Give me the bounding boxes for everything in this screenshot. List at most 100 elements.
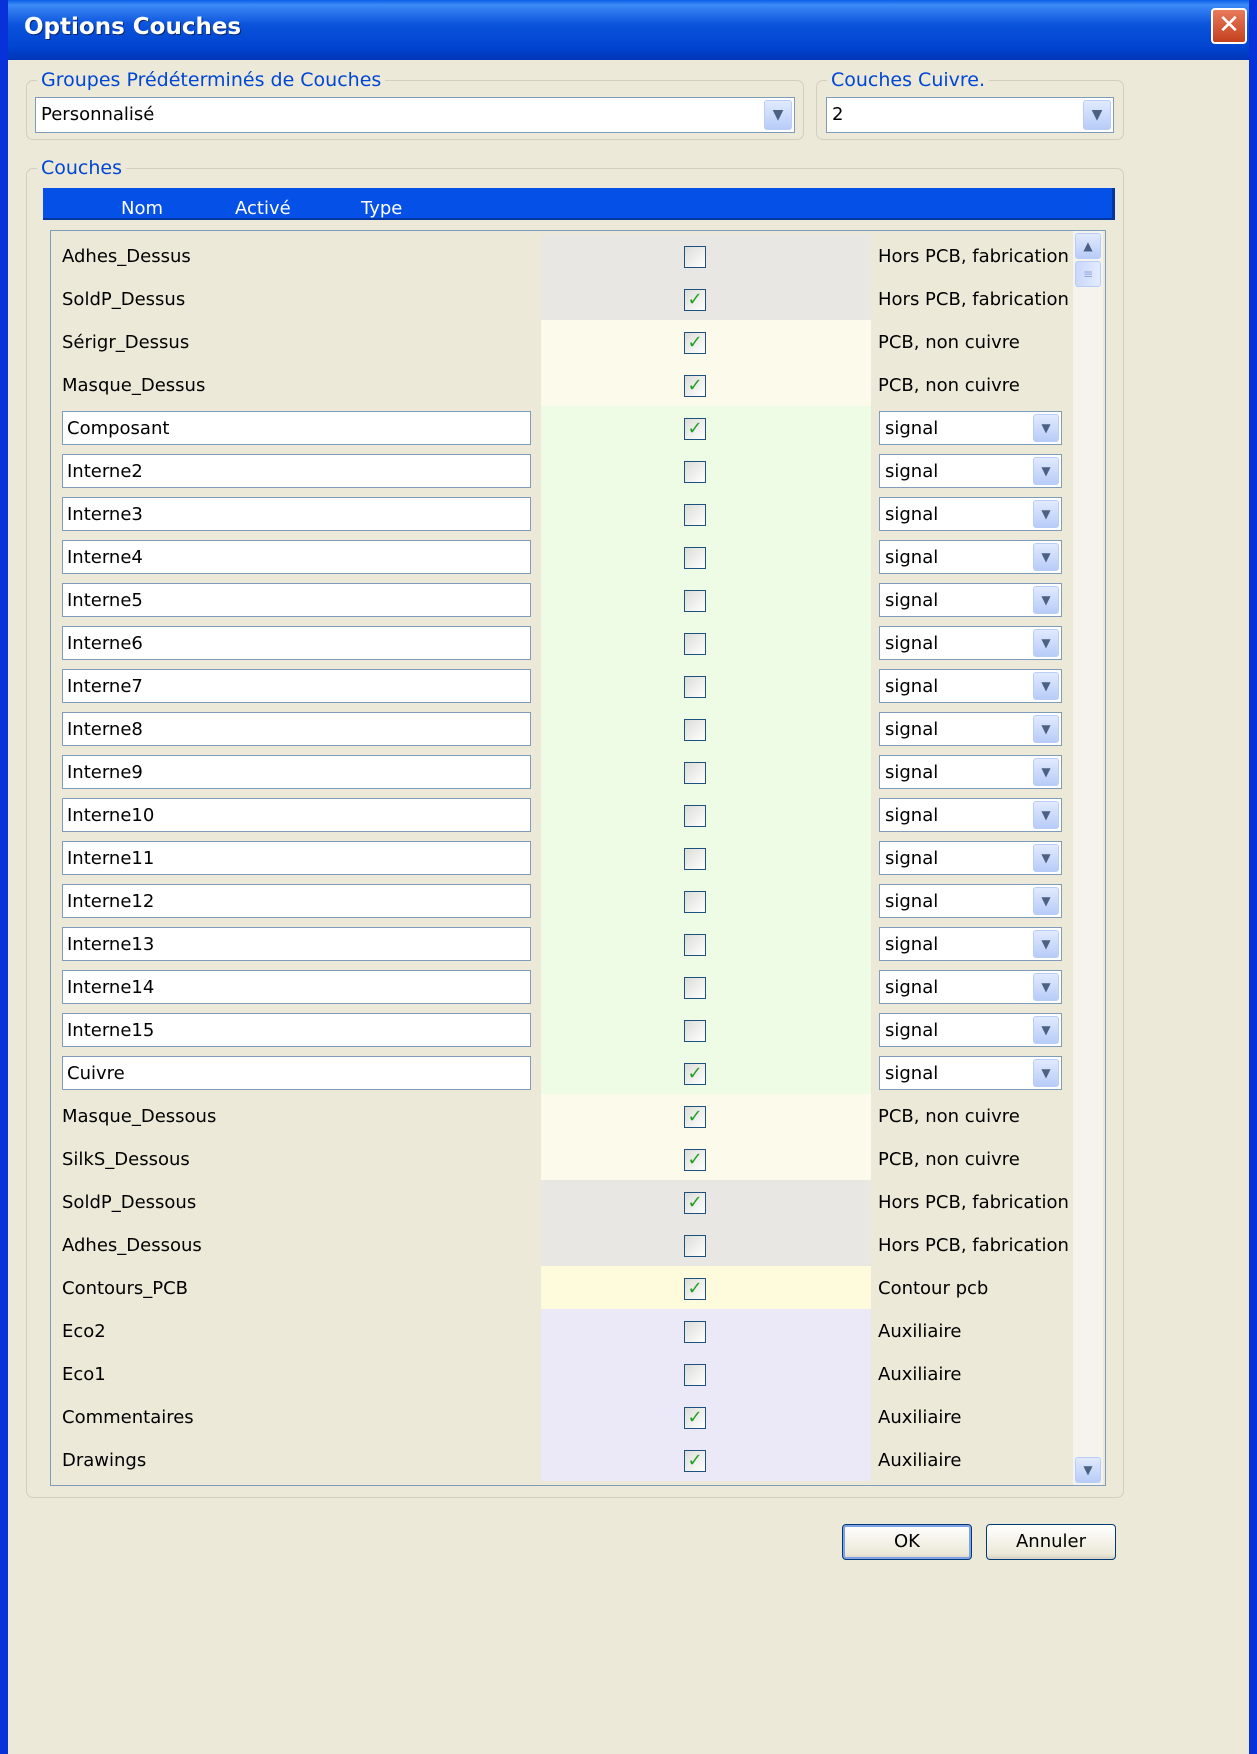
layer-enabled-checkbox[interactable] xyxy=(684,934,706,956)
layer-type-select[interactable]: signal ▼ xyxy=(879,927,1062,961)
layer-name-field[interactable]: Cuivre xyxy=(62,1056,531,1090)
chevron-down-icon[interactable]: ▼ xyxy=(1033,801,1059,829)
layer-name-cell: Interne13 xyxy=(51,922,541,965)
layer-row: Interne8 signal ▼ xyxy=(51,707,1069,750)
layer-type-select[interactable]: signal ▼ xyxy=(879,626,1062,660)
layer-enabled-checkbox[interactable]: ✓ xyxy=(684,1450,706,1472)
layer-enabled-checkbox[interactable]: ✓ xyxy=(684,375,706,397)
layer-name-field[interactable]: Interne9 xyxy=(62,755,531,789)
layer-name-field[interactable]: Interne5 xyxy=(62,583,531,617)
chevron-down-icon[interactable]: ▼ xyxy=(1033,930,1059,958)
layer-name-field[interactable]: Interne4 xyxy=(62,540,531,574)
column-header-enabled[interactable]: Activé xyxy=(235,198,291,219)
layer-enabled-cell: ✓ xyxy=(541,1051,871,1094)
layer-name-field[interactable]: Interne10 xyxy=(62,798,531,832)
scroll-down-icon[interactable]: ▼ xyxy=(1075,1457,1101,1483)
layer-enabled-checkbox[interactable]: ✓ xyxy=(684,1106,706,1128)
layer-type-select[interactable]: signal ▼ xyxy=(879,755,1062,789)
layer-type-select[interactable]: signal ▼ xyxy=(879,798,1062,832)
cancel-button[interactable]: Annuler xyxy=(986,1524,1116,1560)
layer-enabled-checkbox[interactable]: ✓ xyxy=(684,332,706,354)
copper-layers-select[interactable]: 2 ▼ xyxy=(826,97,1114,133)
layer-enabled-checkbox[interactable] xyxy=(684,504,706,526)
layer-enabled-checkbox[interactable] xyxy=(684,848,706,870)
layer-enabled-checkbox[interactable] xyxy=(684,633,706,655)
layer-type-select[interactable]: signal ▼ xyxy=(879,1013,1062,1047)
layer-type-select[interactable]: signal ▼ xyxy=(879,540,1062,574)
layer-type-select[interactable]: signal ▼ xyxy=(879,712,1062,746)
layer-name-field[interactable]: Interne14 xyxy=(62,970,531,1004)
layer-enabled-checkbox[interactable] xyxy=(684,719,706,741)
chevron-down-icon[interactable]: ▼ xyxy=(1083,100,1111,130)
layer-type-select[interactable]: signal ▼ xyxy=(879,454,1062,488)
layer-type-cell: Contour pcb xyxy=(871,1266,1069,1309)
layer-name-field[interactable]: Interne15 xyxy=(62,1013,531,1047)
layer-enabled-checkbox[interactable]: ✓ xyxy=(684,1063,706,1085)
chevron-down-icon[interactable]: ▼ xyxy=(1033,844,1059,872)
layer-enabled-checkbox[interactable] xyxy=(684,1321,706,1343)
layer-name-field[interactable]: Interne6 xyxy=(62,626,531,660)
layer-type-label: Auxiliaire xyxy=(878,1321,962,1342)
chevron-down-icon[interactable]: ▼ xyxy=(1033,543,1059,571)
layer-name-field[interactable]: Interne2 xyxy=(62,454,531,488)
scroll-up-icon[interactable]: ▲ xyxy=(1075,233,1101,259)
layer-type-select[interactable]: signal ▼ xyxy=(879,669,1062,703)
layer-enabled-checkbox[interactable] xyxy=(684,246,706,268)
chevron-down-icon[interactable]: ▼ xyxy=(1033,586,1059,614)
layer-enabled-checkbox[interactable] xyxy=(684,676,706,698)
layer-enabled-checkbox[interactable] xyxy=(684,891,706,913)
layer-enabled-checkbox[interactable]: ✓ xyxy=(684,1149,706,1171)
chevron-down-icon[interactable]: ▼ xyxy=(1033,887,1059,915)
layer-name-field[interactable]: Interne11 xyxy=(62,841,531,875)
layer-enabled-checkbox[interactable] xyxy=(684,1364,706,1386)
layer-enabled-cell: ✓ xyxy=(541,1137,871,1180)
layer-enabled-checkbox[interactable]: ✓ xyxy=(684,1278,706,1300)
layer-enabled-checkbox[interactable] xyxy=(684,461,706,483)
scroll-thumb[interactable]: ≡ xyxy=(1075,261,1101,287)
chevron-down-icon[interactable]: ▼ xyxy=(1033,715,1059,743)
title-bar[interactable]: Options Couches ✕ xyxy=(8,0,1249,60)
chevron-down-icon[interactable]: ▼ xyxy=(1033,414,1059,442)
chevron-down-icon[interactable]: ▼ xyxy=(1033,672,1059,700)
layer-name-field[interactable]: Interne7 xyxy=(62,669,531,703)
ok-button[interactable]: OK xyxy=(842,1524,972,1560)
close-button[interactable]: ✕ xyxy=(1211,8,1247,44)
layer-type-select[interactable]: signal ▼ xyxy=(879,841,1062,875)
layer-enabled-checkbox[interactable] xyxy=(684,590,706,612)
layer-enabled-checkbox[interactable] xyxy=(684,762,706,784)
vertical-scrollbar[interactable]: ▲ ≡ ▼ xyxy=(1073,231,1103,1485)
layer-type-value: signal xyxy=(885,1063,939,1084)
chevron-down-icon[interactable]: ▼ xyxy=(1033,973,1059,1001)
layer-name-field[interactable]: Composant xyxy=(62,411,531,445)
chevron-down-icon[interactable]: ▼ xyxy=(1033,500,1059,528)
presets-select[interactable]: Personnalisé ▼ xyxy=(35,97,795,133)
chevron-down-icon[interactable]: ▼ xyxy=(1033,1016,1059,1044)
layer-type-select[interactable]: signal ▼ xyxy=(879,884,1062,918)
layer-row: Interne10 signal ▼ xyxy=(51,793,1069,836)
layer-name-field[interactable]: Interne8 xyxy=(62,712,531,746)
layer-type-select[interactable]: signal ▼ xyxy=(879,497,1062,531)
layer-enabled-checkbox[interactable] xyxy=(684,1020,706,1042)
column-header-name[interactable]: Nom xyxy=(121,198,163,219)
layer-enabled-checkbox[interactable]: ✓ xyxy=(684,1407,706,1429)
layer-type-select[interactable]: signal ▼ xyxy=(879,1056,1062,1090)
layer-enabled-checkbox[interactable]: ✓ xyxy=(684,1192,706,1214)
layer-name-field[interactable]: Interne3 xyxy=(62,497,531,531)
layer-type-select[interactable]: signal ▼ xyxy=(879,583,1062,617)
layer-enabled-checkbox[interactable] xyxy=(684,1235,706,1257)
layer-enabled-checkbox[interactable] xyxy=(684,805,706,827)
layer-type-select[interactable]: signal ▼ xyxy=(879,411,1062,445)
chevron-down-icon[interactable]: ▼ xyxy=(1033,457,1059,485)
layer-enabled-checkbox[interactable] xyxy=(684,547,706,569)
chevron-down-icon[interactable]: ▼ xyxy=(1033,758,1059,786)
chevron-down-icon[interactable]: ▼ xyxy=(764,100,792,130)
layer-enabled-checkbox[interactable]: ✓ xyxy=(684,289,706,311)
chevron-down-icon[interactable]: ▼ xyxy=(1033,629,1059,657)
layer-enabled-checkbox[interactable]: ✓ xyxy=(684,418,706,440)
layer-type-select[interactable]: signal ▼ xyxy=(879,970,1062,1004)
layer-name-field[interactable]: Interne13 xyxy=(62,927,531,961)
chevron-down-icon[interactable]: ▼ xyxy=(1033,1059,1059,1087)
layer-name-field[interactable]: Interne12 xyxy=(62,884,531,918)
column-header-type[interactable]: Type xyxy=(361,198,402,219)
layer-enabled-checkbox[interactable] xyxy=(684,977,706,999)
